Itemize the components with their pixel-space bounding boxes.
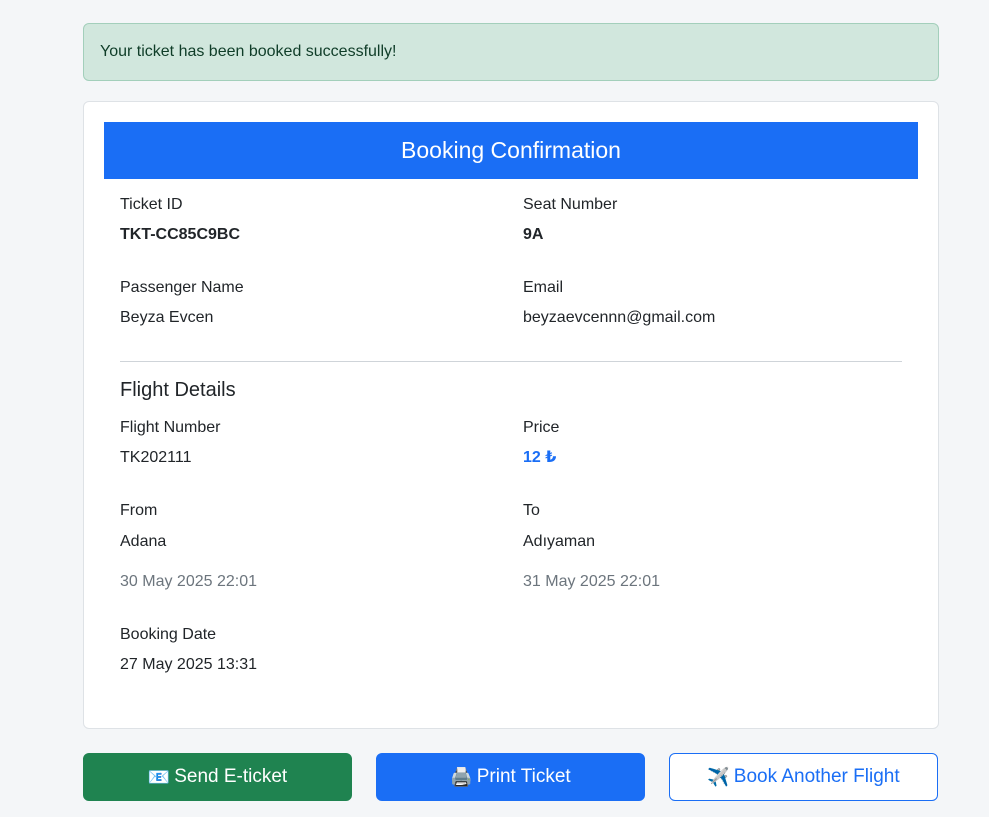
flight-details-title: Flight Details — [120, 379, 236, 401]
section-divider — [120, 361, 902, 362]
from-city: Adana — [120, 533, 167, 550]
booking-date-field: Booking Date 27 May 2025 13:31 — [120, 625, 257, 675]
email-field: Email beyzaevcennn@gmail.com — [523, 278, 715, 328]
airplane-icon: ✈️ — [707, 767, 730, 787]
booking-date-label: Booking Date — [120, 626, 217, 643]
book-another-flight-button[interactable]: ✈️ Book Another Flight — [669, 753, 938, 801]
success-alert: Your ticket has been booked successfully… — [83, 23, 939, 81]
flight-number-value: TK202111 — [120, 449, 192, 466]
ticket-id-field: Ticket ID TKT-CC85C9BC — [120, 195, 240, 245]
printer-icon: 🖨️ — [450, 767, 473, 787]
seat-number-label: Seat Number — [523, 196, 618, 213]
seat-number-value: 9A — [523, 226, 544, 243]
seat-number-field: Seat Number 9A — [523, 195, 617, 245]
to-label: To — [523, 502, 540, 519]
from-field: From Adana 30 May 2025 22:01 — [120, 501, 257, 592]
flight-number-label: Flight Number — [120, 419, 221, 436]
envelope-icon: 📧 — [147, 767, 171, 787]
ticket-id-label: Ticket ID — [120, 196, 183, 213]
to-field: To Adıyaman 31 May 2025 22:01 — [523, 501, 660, 592]
card-title: Booking Confirmation — [401, 137, 621, 163]
booking-confirmation-card: Booking Confirmation Ticket ID TKT-CC85C… — [83, 101, 939, 729]
print-ticket-button[interactable]: 🖨️ Print Ticket — [376, 753, 645, 801]
booking-date-value: 27 May 2025 13:31 — [120, 656, 257, 673]
email-label: Email — [523, 279, 564, 296]
price-field: Price 12 ₺ — [523, 418, 559, 468]
flight-number-field: Flight Number TK202111 — [120, 418, 220, 468]
email-value: beyzaevcennn@gmail.com — [523, 309, 716, 326]
to-city: Adıyaman — [523, 533, 596, 550]
send-eticket-button[interactable]: 📧 Send E-ticket — [83, 753, 352, 801]
send-eticket-label: Send E-ticket — [174, 766, 288, 787]
from-datetime: 30 May 2025 22:01 — [120, 573, 257, 590]
passenger-name-label: Passenger Name — [120, 279, 244, 296]
price-label: Price — [523, 419, 560, 436]
passenger-name-field: Passenger Name Beyza Evcen — [120, 278, 244, 328]
book-another-flight-label: Book Another Flight — [733, 766, 900, 787]
ticket-id-value: TKT-CC85C9BC — [120, 226, 241, 243]
print-ticket-label: Print Ticket — [476, 766, 571, 787]
from-label: From — [120, 502, 158, 519]
passenger-name-value: Beyza Evcen — [120, 309, 214, 326]
card-header: Booking Confirmation — [104, 122, 918, 179]
to-datetime: 31 May 2025 22:01 — [523, 573, 660, 590]
success-alert-message: Your ticket has been booked successfully… — [100, 43, 397, 60]
price-value: 12 ₺ — [523, 449, 557, 466]
